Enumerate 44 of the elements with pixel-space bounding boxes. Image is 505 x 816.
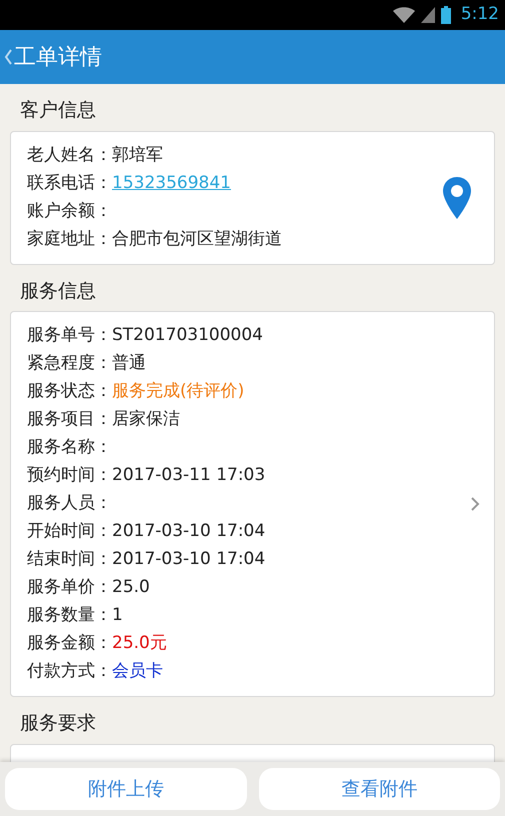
field-value: 2017-03-11 17:03: [112, 464, 266, 488]
field-label: 服务单号：: [27, 324, 112, 348]
field-label: 紧急程度：: [27, 352, 112, 376]
field-value: 会员卡: [112, 660, 163, 684]
section-title: 服务要求: [20, 712, 96, 734]
field-value: 合肥市包河区望湖街道: [112, 228, 282, 251]
clock-time: 5:12: [460, 3, 499, 26]
field-label: 开始时间：: [27, 520, 112, 544]
field-label: 联系电话：: [27, 172, 112, 195]
field-value: 25.0元: [112, 632, 167, 656]
wifi-icon: [392, 7, 415, 23]
field-value: 居家保洁: [112, 408, 180, 432]
back-icon[interactable]: [4, 49, 12, 65]
field-value: ST201703100004: [112, 324, 263, 348]
battery-icon: [440, 6, 451, 24]
field-label: 结束时间：: [27, 548, 112, 572]
action-button[interactable]: 附件上传: [5, 768, 246, 810]
field-value: 1: [112, 604, 123, 628]
field-value: 郭培军: [112, 144, 163, 167]
field-value: 服务完成(待评价): [112, 380, 244, 404]
field-label: 付款方式：: [27, 660, 112, 684]
field-label: 服务单价：: [27, 576, 112, 600]
map-pin-icon[interactable]: [442, 176, 472, 220]
section-title: 服务信息: [20, 280, 96, 302]
field-label: 服务金额：: [27, 632, 112, 656]
chevron-right-icon[interactable]: [471, 497, 480, 511]
signal-icon: [420, 7, 435, 23]
field-value[interactable]: 15323569841: [112, 170, 231, 196]
field-label: 账户余额：: [27, 200, 112, 223]
field-label: 预约时间：: [27, 464, 112, 488]
field-value: 2017-03-10 17:04: [112, 548, 266, 572]
field-label: 老人姓名：: [27, 144, 112, 167]
field-label: 服务项目：: [27, 408, 112, 432]
field-label: 服务名称：: [27, 436, 112, 460]
field-label: 服务状态：: [27, 380, 112, 404]
field-label: 服务人员：: [27, 492, 112, 516]
section-title: 客户信息: [20, 99, 96, 121]
field-label: 家庭地址：: [27, 228, 112, 251]
page-title: 工单详情: [14, 44, 102, 72]
field-value: 2017-03-10 17:04: [112, 520, 266, 544]
field-value: 普通: [112, 352, 146, 376]
field-value: 25.0: [112, 576, 150, 600]
field-label: 服务数量：: [27, 604, 112, 628]
action-button[interactable]: 查看附件: [258, 768, 500, 810]
